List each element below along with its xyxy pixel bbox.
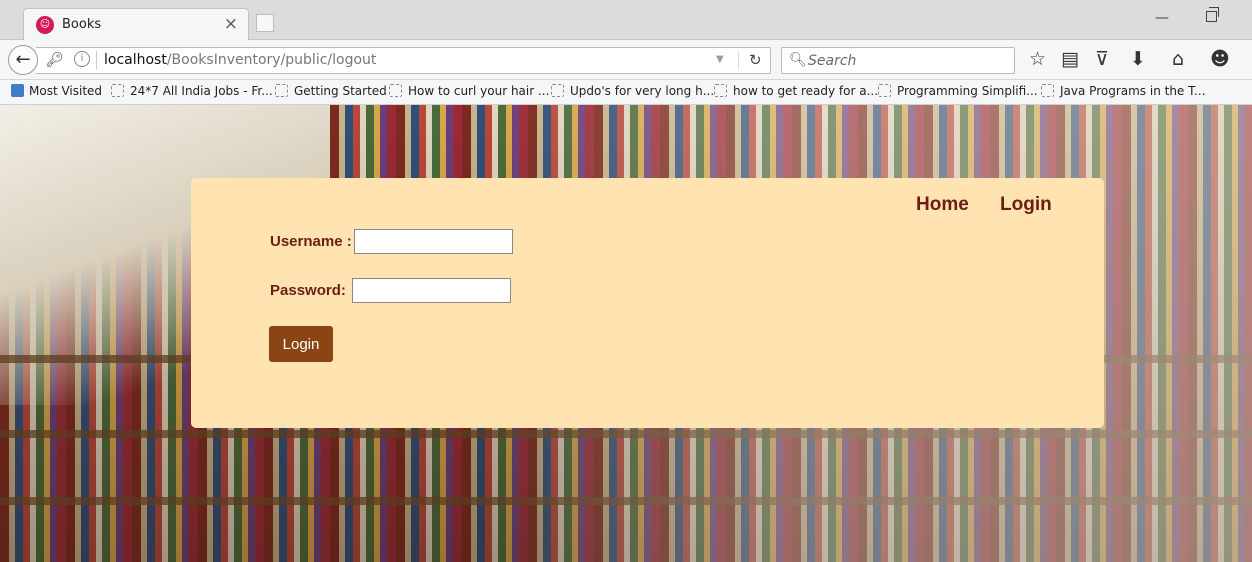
- password-field[interactable]: [352, 278, 511, 303]
- bookmarks-toolbar: Most Visited 24*7 All India Jobs - Fr...…: [0, 80, 1252, 105]
- url-path: /BooksInventory/public/logout: [166, 52, 377, 68]
- url-history-dropdown-icon[interactable]: ▼: [716, 54, 724, 65]
- key-icon[interactable]: 🔑︎: [46, 52, 64, 68]
- bookmark-page-icon: [111, 84, 124, 97]
- nav-home-link[interactable]: Home: [916, 194, 969, 216]
- navigation-toolbar: 🔑︎ i localhost/BooksInventory/public/log…: [0, 40, 1252, 80]
- bookmark-page-icon: [1041, 84, 1054, 97]
- bookmark-label: how to get ready for a...: [733, 84, 879, 98]
- pocket-icon[interactable]: ⊽: [1095, 48, 1109, 70]
- bookmark-label: Java Programs in the T...: [1060, 84, 1206, 98]
- bookmark-page-icon: [389, 84, 402, 97]
- tab-books[interactable]: ☺ Books ×: [23, 8, 249, 41]
- reading-list-icon[interactable]: ▤: [1061, 48, 1079, 70]
- bookmark-label: Most Visited: [29, 84, 103, 98]
- bookmark-page-icon: [275, 84, 288, 97]
- bookmark-page-icon: [551, 84, 564, 97]
- bookmark-item[interactable]: how to get ready for a...: [714, 84, 878, 98]
- most-visited-icon: [11, 84, 24, 97]
- bookmark-item[interactable]: How to curl your hair ...: [389, 84, 549, 98]
- bookmark-item[interactable]: 24*7 All India Jobs - Fr...: [111, 84, 273, 98]
- bookmark-most-visited[interactable]: Most Visited: [11, 84, 102, 98]
- tab-title: Books: [62, 17, 102, 32]
- bookmark-label: Getting Started: [294, 84, 387, 98]
- new-tab-button[interactable]: [256, 14, 274, 32]
- tab-strip: ☺ Books × —: [0, 0, 1252, 41]
- url-host: localhost: [104, 52, 167, 68]
- site-favicon-icon: ☺: [36, 16, 54, 34]
- search-bar[interactable]: 🔍︎: [781, 47, 1015, 74]
- bookmark-item[interactable]: Getting Started: [275, 84, 387, 98]
- bookmark-label: 24*7 All India Jobs - Fr...: [130, 84, 273, 98]
- bookmark-item[interactable]: Updo's for very long h...: [551, 84, 714, 98]
- login-panel: Home Login Username : Password: Login: [191, 178, 1104, 428]
- bookmark-label: How to curl your hair ...: [408, 84, 550, 98]
- username-label: Username :: [270, 233, 352, 250]
- restore-window-button[interactable]: [1206, 7, 1219, 22]
- bookmark-item[interactable]: Java Programs in the T...: [1041, 84, 1205, 98]
- home-icon[interactable]: ⌂: [1172, 48, 1184, 70]
- bookmark-page-icon: [714, 84, 727, 97]
- close-tab-icon[interactable]: ×: [224, 14, 238, 34]
- bookmark-star-icon[interactable]: ☆: [1029, 48, 1046, 70]
- search-input[interactable]: [808, 51, 1008, 70]
- bookmark-label: Programming Simplifi...: [897, 84, 1038, 98]
- url-bar[interactable]: 🔑︎ i localhost/BooksInventory/public/log…: [36, 47, 771, 74]
- bookmark-label: Updo's for very long h...: [570, 84, 715, 98]
- username-field[interactable]: [354, 229, 513, 254]
- password-label: Password:: [270, 282, 346, 299]
- download-icon[interactable]: ⬇: [1130, 48, 1146, 70]
- url-divider: [738, 51, 739, 70]
- bookmark-item[interactable]: Programming Simplifi...: [878, 84, 1038, 98]
- reload-icon[interactable]: ↻: [749, 51, 762, 69]
- url-text[interactable]: localhost/BooksInventory/public/logout: [104, 52, 376, 68]
- search-icon: 🔍︎: [789, 52, 807, 68]
- library-background: Home Login Username : Password: Login: [0, 105, 1252, 562]
- url-separator: [96, 51, 97, 70]
- hello-chat-icon[interactable]: ☻: [1210, 48, 1230, 70]
- back-button[interactable]: ←: [8, 45, 38, 75]
- site-identity-icon[interactable]: i: [74, 51, 90, 67]
- nav-login-link[interactable]: Login: [1000, 194, 1052, 216]
- minimize-window-button[interactable]: —: [1155, 10, 1169, 26]
- login-button[interactable]: Login: [269, 326, 333, 362]
- bookmark-page-icon: [878, 84, 891, 97]
